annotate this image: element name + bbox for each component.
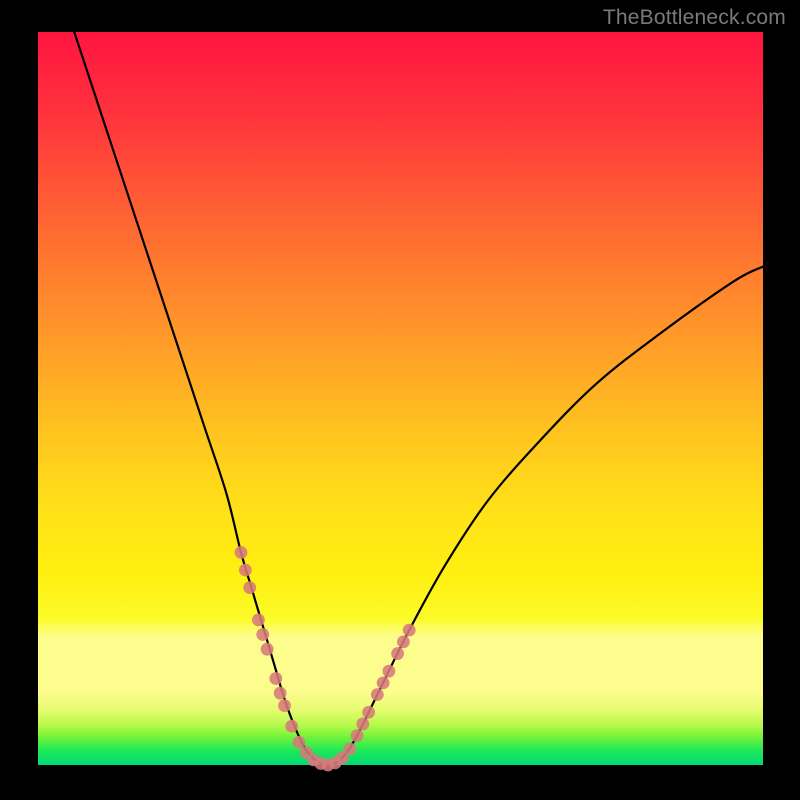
curve-layer [38, 32, 763, 765]
highlight-markers-group [235, 546, 416, 771]
highlight-marker [362, 706, 375, 719]
watermark-text: TheBottleneck.com [603, 6, 786, 30]
highlight-marker [256, 628, 269, 641]
highlight-marker [278, 699, 291, 712]
highlight-marker [391, 647, 404, 660]
highlight-marker [383, 665, 396, 678]
highlight-marker [293, 736, 306, 749]
highlight-marker [261, 643, 274, 656]
highlight-marker [351, 729, 364, 742]
highlight-marker [356, 718, 369, 731]
highlight-marker [285, 720, 298, 733]
highlight-marker [239, 564, 252, 577]
highlight-marker [243, 581, 256, 594]
bottleneck-curve-path [74, 32, 763, 765]
highlight-marker [371, 688, 384, 701]
highlight-marker [403, 624, 416, 637]
highlight-marker [269, 672, 282, 685]
highlight-marker [377, 677, 390, 690]
highlight-marker [397, 635, 410, 648]
highlight-marker [252, 613, 265, 626]
highlight-marker [235, 546, 248, 559]
chart-frame: TheBottleneck.com [0, 0, 800, 800]
highlight-marker [274, 687, 287, 700]
highlight-marker [343, 742, 356, 755]
